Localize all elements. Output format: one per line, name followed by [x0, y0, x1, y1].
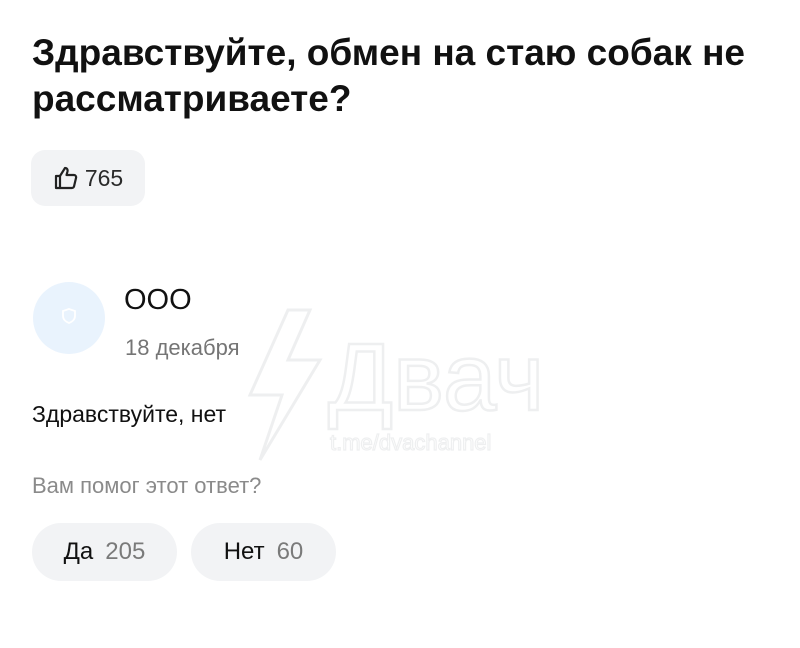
helpful-prompt: Вам помог этот ответ?: [32, 473, 262, 498]
like-count: 765: [84, 164, 124, 191]
watermark-url: t.me/dvachannel: [330, 430, 491, 455]
vote-no-count: 60: [276, 538, 304, 565]
vote-yes-button[interactable]: Да 205: [32, 523, 177, 581]
vote-no-button[interactable]: Нет 60: [191, 523, 336, 581]
answer-date: 18 декабря: [125, 335, 240, 360]
answer-text: Здравствуйте, нет: [32, 401, 227, 427]
avatar[interactable]: [33, 282, 105, 354]
vote-no-label: Нет: [223, 538, 265, 565]
vote-yes-count: 205: [105, 538, 146, 565]
watermark: Двач t.me/dvachannel: [230, 300, 570, 470]
thumbs-up-icon: [53, 165, 79, 191]
question-title: Здравствуйте, обмен на стаю собак не рас…: [32, 32, 746, 119]
shield-icon: [60, 307, 78, 330]
svg-text:Двач: Двач: [328, 324, 544, 431]
author-name[interactable]: ООО: [124, 283, 192, 317]
like-button[interactable]: 765: [31, 150, 145, 206]
vote-yes-label: Да: [63, 538, 94, 565]
watermark-logo: Двач: [247, 308, 545, 461]
